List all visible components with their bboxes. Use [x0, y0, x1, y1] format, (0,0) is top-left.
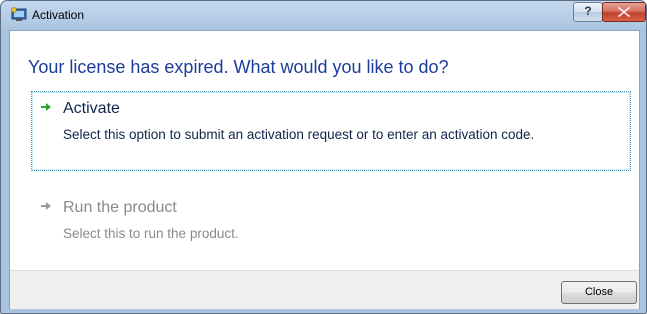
title-bar[interactable]: Activation ? [1, 1, 646, 29]
close-icon [618, 7, 630, 17]
option-title: Activate [63, 100, 120, 117]
gray-arrow-icon [41, 202, 51, 210]
option-description: Select this option to submit an activati… [63, 127, 535, 142]
option-run-product[interactable]: Run the product Select this to run the p… [31, 197, 631, 261]
option-title: Run the product [63, 199, 177, 216]
help-button[interactable]: ? [573, 2, 603, 22]
option-activate[interactable]: Activate Select this option to submit an… [31, 91, 631, 171]
window-close-button[interactable] [602, 2, 646, 22]
dialog-content: Your license has expired. What would you… [9, 30, 640, 309]
option-description: Select this to run the product. [63, 226, 239, 241]
dialog-heading: Your license has expired. What would you… [28, 57, 449, 77]
green-arrow-icon [41, 103, 51, 111]
window-title: Activation [32, 8, 85, 22]
app-icon [11, 7, 27, 21]
activation-window: Activation ? Your license has expired. W… [0, 0, 647, 314]
dialog-footer: Close [10, 270, 639, 309]
close-button[interactable]: Close [561, 281, 637, 304]
